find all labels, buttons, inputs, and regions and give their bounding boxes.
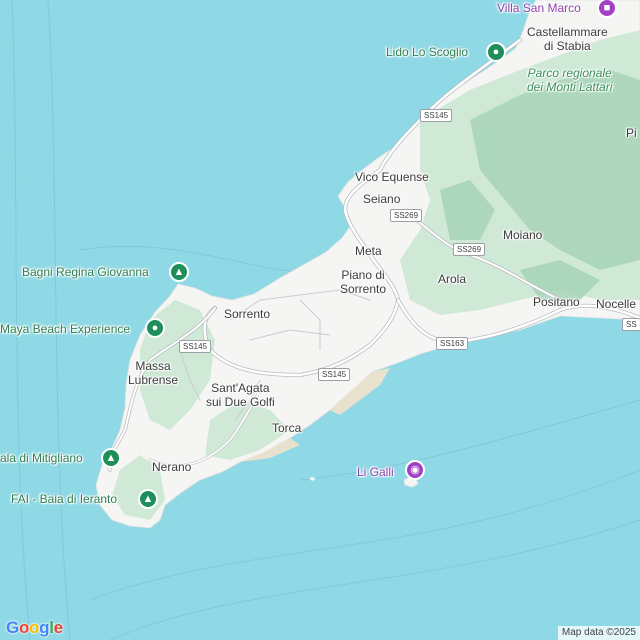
road-shield-ss145: SS145 — [318, 368, 351, 381]
place-label-arola[interactable]: Arola — [438, 272, 466, 286]
place-label-nocelle[interactable]: Nocelle — [596, 297, 636, 311]
poi-label-mitigliano[interactable]: ala di Mitigliano — [0, 451, 83, 465]
tree-icon[interactable]: ▲ — [138, 489, 158, 509]
poi-label-maya-beach[interactable]: Maya Beach Experience — [0, 322, 130, 336]
logo-letter: o — [18, 618, 30, 637]
poi-label-lido-lo-scoglio[interactable]: Lido Lo Scoglio — [386, 45, 468, 59]
tree-icon[interactable]: ▲ — [101, 448, 121, 468]
tree-icon[interactable]: ▲ — [169, 262, 189, 282]
place-label-torca[interactable]: Torca — [272, 421, 301, 435]
place-label-seiano[interactable]: Seiano — [363, 192, 400, 206]
beach-pin-icon[interactable]: ● — [145, 318, 165, 338]
place-label-nerano[interactable]: Nerano — [152, 460, 191, 474]
place-label-meta[interactable]: Meta — [355, 244, 382, 258]
map-attribution[interactable]: Map data ©2025 — [557, 626, 640, 640]
place-label-castellammare[interactable]: Castellammare di Stabia — [527, 25, 608, 53]
beach-pin-icon[interactable]: ● — [486, 42, 506, 62]
place-label-massa-lubrense[interactable]: Massa Lubrense — [128, 359, 178, 387]
place-label-pi-cut[interactable]: Pi — [626, 126, 637, 140]
road-shield-ss269: SS269 — [453, 243, 486, 256]
road-shield-ss145: SS145 — [420, 109, 453, 122]
park-label-monti-lattari[interactable]: Parco regionale dei Monti Lattari — [527, 66, 612, 94]
map-canvas[interactable]: Castellammare di Stabia Vico Equense Sei… — [0, 0, 640, 640]
google-logo[interactable]: Google — [6, 618, 63, 638]
poi-label-ieranto[interactable]: FAI - Baia di Ieranto — [11, 492, 117, 506]
camera-icon[interactable]: ◉ — [405, 460, 425, 480]
logo-letter: o — [29, 618, 40, 637]
poi-label-li-galli[interactable]: Li Galli — [357, 465, 394, 479]
place-label-piano-di-sorrento[interactable]: Piano di Sorrento — [340, 268, 386, 296]
place-label-positano[interactable]: Positano — [533, 295, 580, 309]
place-label-santagata[interactable]: Sant'Agata sui Due Golfi — [206, 381, 275, 409]
place-label-moiano[interactable]: Moiano — [503, 228, 542, 242]
logo-letter: g — [39, 618, 50, 637]
poi-label-bagni-regina-giovanna[interactable]: Bagni Regina Giovanna — [22, 265, 149, 279]
map-base-layer — [0, 0, 640, 640]
road-shield-ss145: SS145 — [179, 340, 212, 353]
road-shield-ss: SS — [622, 318, 640, 331]
place-label-sorrento[interactable]: Sorrento — [224, 307, 270, 321]
road-shield-ss269: SS269 — [390, 209, 423, 222]
place-label-vico-equense[interactable]: Vico Equense — [355, 170, 429, 184]
road-shield-ss163: SS163 — [436, 337, 469, 350]
logo-letter: G — [6, 618, 19, 637]
poi-label-villa-san-marco[interactable]: Villa San Marco — [497, 1, 581, 15]
logo-letter: e — [53, 618, 63, 637]
